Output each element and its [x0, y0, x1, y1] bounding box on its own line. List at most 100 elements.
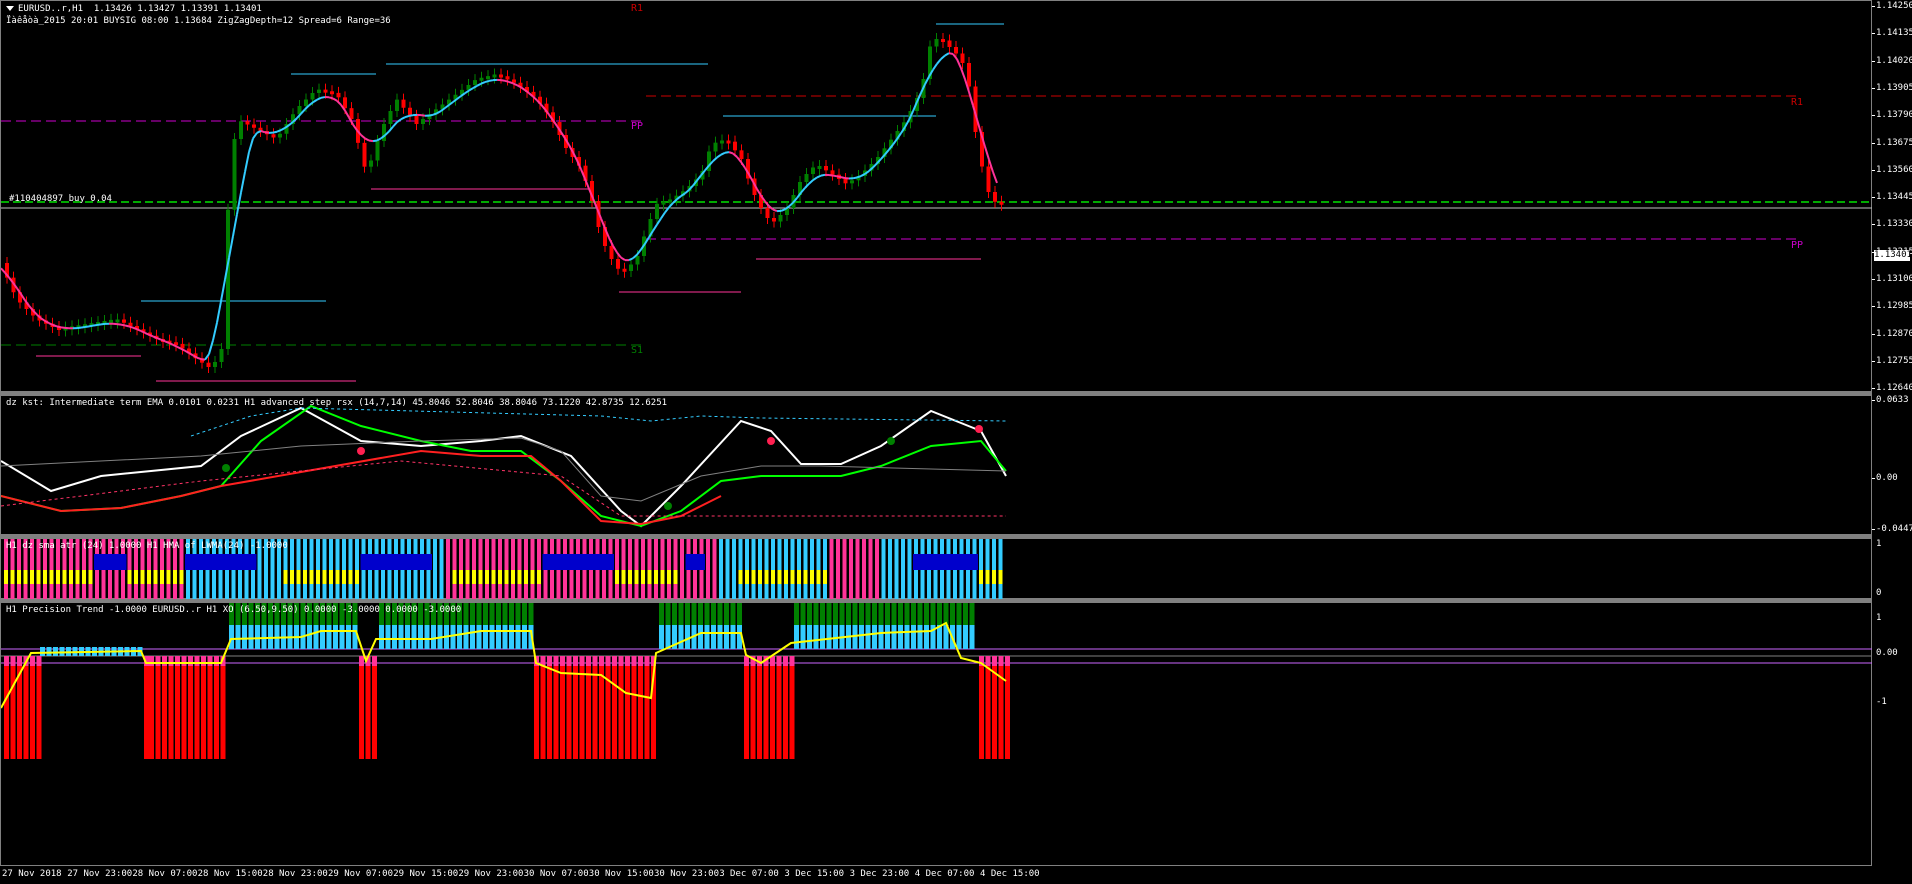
time-label: 28 Nov 07:00 [132, 869, 198, 879]
sma-yellow-bar [992, 570, 996, 584]
sma-bar [654, 539, 658, 600]
sma-yellow-bar [810, 570, 814, 584]
trend-scale[interactable]: 1 0.00 -1 [1872, 602, 1912, 866]
candle-body [804, 174, 809, 182]
sma-blue-block [100, 554, 107, 570]
kst-signal-line [1, 404, 1007, 528]
sma-blue-block [230, 554, 237, 570]
trend-pink-bar [579, 656, 585, 666]
time-label: 30 Nov 15:00 [588, 869, 654, 879]
trend-cyan-bar [476, 625, 482, 649]
sma-yellow-bar [537, 570, 541, 584]
price-scale[interactable]: 1.14250 1.14135 1.14020 1.13905 1.13790 1.136… [1872, 0, 1912, 393]
sma-yellow-bar [764, 570, 769, 584]
ma-segment [1, 267, 6, 274]
ma-segment [656, 217, 662, 226]
kst-indicator-pane[interactable]: dz kst: Intermediate term EMA 0.0101 0.0… [0, 395, 1872, 535]
sma-yellow-bar [751, 570, 756, 584]
trend-tick-minus1: -1 [1876, 697, 1887, 707]
precision-trend-pane[interactable]: H1 Precision Trend -1.0000 EURUSD..r H1 … [0, 602, 1873, 866]
trend-cyan-bar [885, 625, 890, 649]
ma-segment [728, 151, 734, 155]
sma-blue-block [373, 554, 380, 570]
price-tick-mark [1872, 360, 1875, 362]
sma-blue-block [542, 554, 549, 570]
sma-yellow-bar [147, 570, 151, 584]
time-label: 4 Dec 07:00 [914, 869, 975, 879]
candle-body [830, 170, 835, 175]
sma-bar [992, 539, 996, 600]
sma-atr-pane[interactable]: H1 dz sma atr (24) 1.0000 H1 HMA of LWMA… [0, 538, 1872, 600]
kst-svg [1, 404, 1007, 528]
price-tick-mark [1872, 333, 1875, 335]
sma-yellow-bar [660, 570, 665, 584]
sma-bar [797, 539, 801, 600]
candle-body [375, 141, 380, 161]
price-tick-mark [1872, 60, 1875, 62]
sma-bar [303, 539, 307, 600]
price-tick-label: 1.13330 [1876, 219, 1912, 230]
kst-scale[interactable]: 0.0633 0.00 -0.0447 [1872, 395, 1912, 535]
main-chart-pane[interactable]: EURUSD..r,H1 1.13426 1.13427 1.13391 1.1… [0, 0, 1873, 392]
trend-cyan-bar [659, 625, 664, 649]
trend-pink-bar [573, 656, 578, 666]
price-tick-mark [1872, 142, 1875, 144]
price-chart-svg [1, 23, 1873, 382]
trend-cyan-bar [678, 625, 684, 649]
symbol-label: EURUSD..r,H1 [18, 4, 84, 14]
sma-blue-block [211, 554, 218, 570]
trend-cyan-bar [346, 625, 351, 649]
sma-blue-block [958, 554, 965, 570]
sma-blue-block [575, 554, 582, 570]
trend-bear-bar [207, 656, 213, 759]
candle-body [252, 124, 256, 128]
ma-segment [836, 175, 842, 179]
trend-bear-bar [592, 656, 598, 759]
ma-segment [500, 79, 506, 82]
ma-segment [852, 176, 858, 180]
sma-yellow-bar [524, 570, 528, 584]
time-axis[interactable]: 27 Nov 2018 27 Nov 23:00 28 Nov 07:00 28 No… [0, 866, 1912, 884]
sma-yellow-bar [758, 570, 762, 584]
candle-body [967, 63, 971, 87]
ma-segment [960, 67, 966, 80]
sma-scale[interactable]: 1 0 [1872, 538, 1912, 599]
ma-segment [400, 116, 406, 121]
order-label[interactable]: #110404897 buy 0.04 [9, 194, 112, 204]
chart-menu-icon[interactable] [6, 6, 14, 11]
trend-cyan-bar [878, 625, 884, 649]
trend-pink-bar [560, 656, 565, 666]
sma-blue-block [692, 554, 699, 570]
trend-bear-bar [605, 656, 611, 759]
trend-pink-bar [612, 656, 617, 666]
current-price-box: 1.13401 [1874, 250, 1912, 261]
trend-cyan-bar [522, 625, 527, 649]
chart-title[interactable]: EURUSD..r,H1 1.13426 1.13427 1.13391 1.1… [6, 4, 262, 14]
trend-cyan-bar [385, 625, 391, 649]
ma-segment [444, 104, 450, 109]
price-tick-label: 1.13905 [1876, 82, 1912, 93]
sma-blue-block [913, 554, 920, 570]
trend-bear-bar [359, 656, 364, 759]
sma-yellow-bar [153, 570, 158, 584]
kst-header: dz kst: Intermediate term EMA 0.0101 0.0… [6, 398, 668, 408]
sma-bar [641, 539, 645, 600]
ma-segment [628, 257, 634, 262]
candle-body [395, 99, 399, 111]
sma-blue-block [107, 554, 114, 570]
ma-segment [272, 130, 278, 134]
sma-yellow-bar [17, 570, 21, 584]
ma-segment [540, 103, 546, 111]
trend-bear-bar [612, 656, 617, 759]
trend-bear-bar [144, 656, 149, 759]
trend-pink-bar [547, 656, 552, 666]
trend-pink-bar [194, 656, 200, 666]
candle-body [122, 319, 126, 323]
time-label: 30 Nov 23:00 [654, 869, 720, 879]
ma-segment [696, 174, 702, 182]
ma-segment [600, 217, 606, 229]
trend-cyan-bar [665, 625, 671, 649]
ma-segment [344, 110, 350, 119]
sma-yellow-bar [296, 570, 301, 584]
sma-yellow-bar [335, 570, 340, 584]
